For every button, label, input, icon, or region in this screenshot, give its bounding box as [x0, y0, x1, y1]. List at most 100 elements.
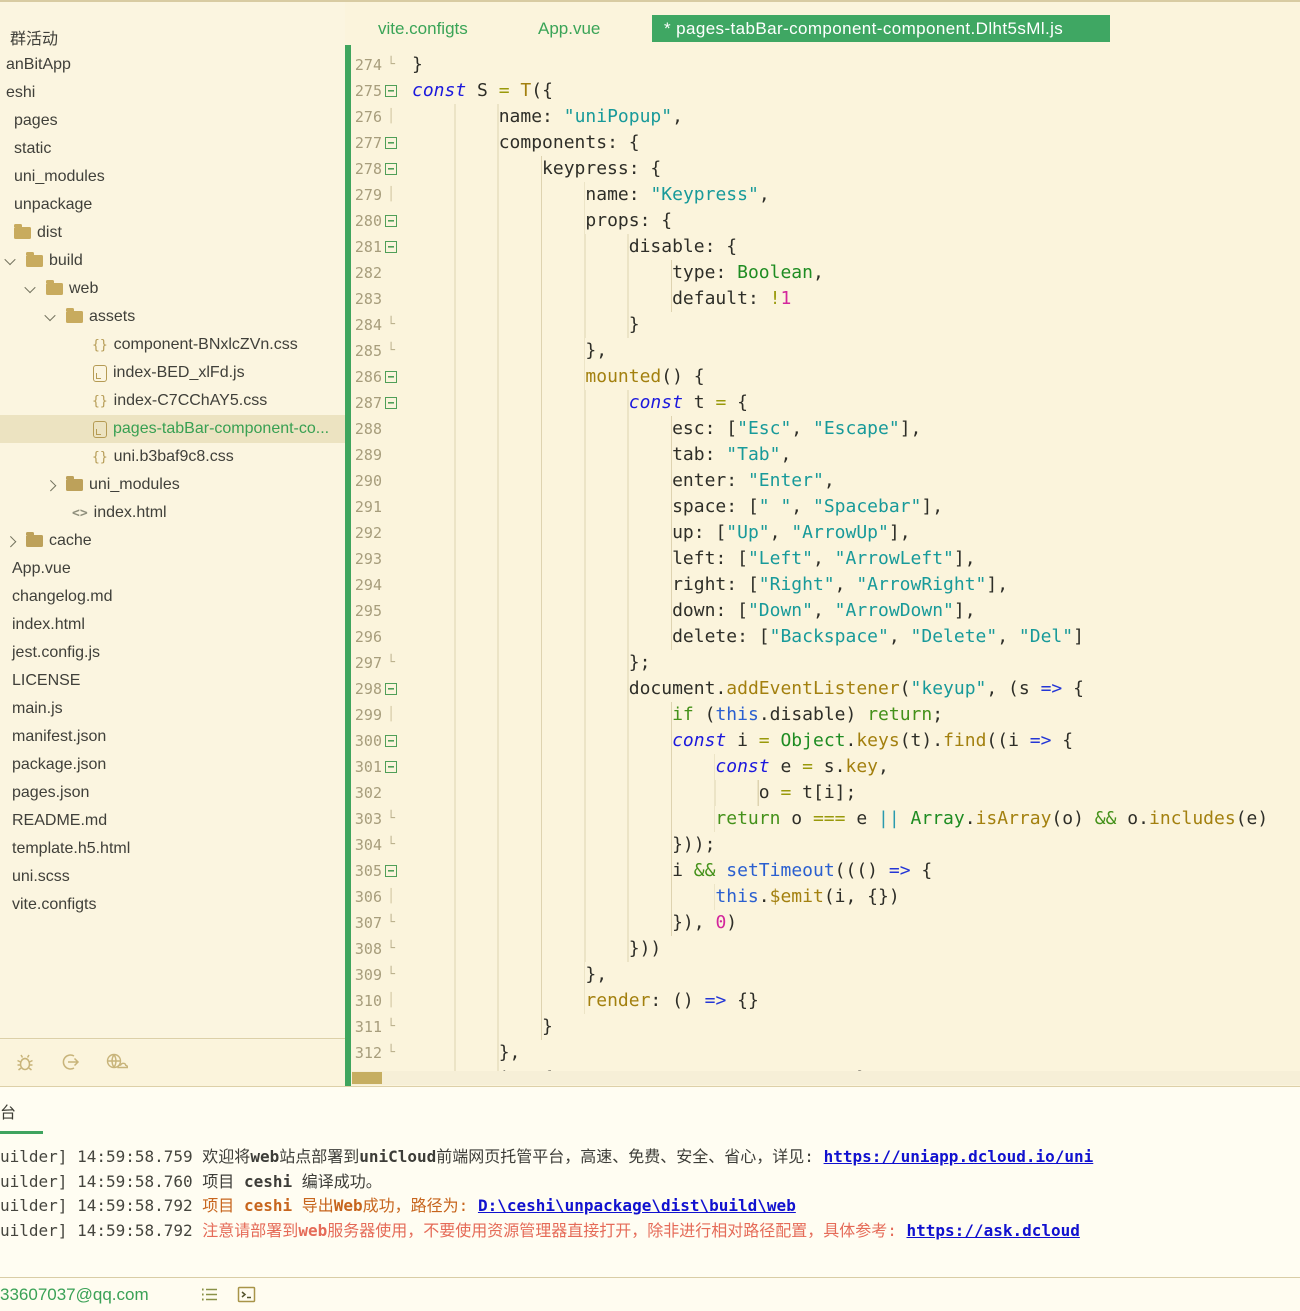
code-line[interactable]: 291space: [" ", "Spacebar"],	[352, 494, 1300, 520]
tree-item[interactable]: changelog.md	[0, 583, 345, 611]
fold-toggle-icon[interactable]	[382, 754, 400, 780]
code-line[interactable]: 300const i = Object.keys(t).find((i => {	[352, 728, 1300, 754]
fold-toggle-icon[interactable]	[382, 364, 400, 390]
tree-item[interactable]: anBitApp	[0, 51, 345, 79]
terminal-icon[interactable]	[237, 1286, 256, 1308]
code-line[interactable]: 281disable: {	[352, 234, 1300, 260]
code-line[interactable]: 301const e = s.key,	[352, 754, 1300, 780]
code-line[interactable]: 310│render: () => {}	[352, 988, 1300, 1014]
fold-toggle-icon[interactable]	[382, 130, 400, 156]
tree-item[interactable]: uni_modules	[0, 163, 345, 191]
code-editor[interactable]: 274└}275const S = T({276│name: "uniPopup…	[352, 52, 1300, 1071]
code-line[interactable]: 299│if (this.disable) return;	[352, 702, 1300, 728]
code-line[interactable]: 305i && setTimeout((() => {	[352, 858, 1300, 884]
tree-item[interactable]: {}uni.b3baf9c8.css	[0, 443, 345, 471]
console-tab[interactable]: 台	[0, 1099, 16, 1123]
chevron-right-icon[interactable]	[45, 480, 56, 491]
tree-item[interactable]: vite.configts	[0, 891, 345, 919]
code-line[interactable]: 307└}), 0)	[352, 910, 1300, 936]
tree-item[interactable]: web	[0, 275, 345, 303]
code-line[interactable]: 294right: ["Right", "ArrowRight"],	[352, 572, 1300, 598]
code-line[interactable]: 303└return o === e || Array.isArray(o) &…	[352, 806, 1300, 832]
code-line[interactable]: 308└}))	[352, 936, 1300, 962]
code-line[interactable]: 312└},	[352, 1040, 1300, 1066]
code-line[interactable]: 289tab: "Tab",	[352, 442, 1300, 468]
tree-item[interactable]: uni_modules	[0, 471, 345, 499]
code-line[interactable]: 287const t = {	[352, 390, 1300, 416]
code-line[interactable]: 296delete: ["Backspace", "Delete", "Del"…	[352, 624, 1300, 650]
code-line[interactable]: 297└};	[352, 650, 1300, 676]
code-line[interactable]: 309└},	[352, 962, 1300, 988]
tree-item[interactable]: 群活动	[0, 23, 345, 51]
tree-item[interactable]: index.html	[0, 611, 345, 639]
code-line[interactable]: 288esc: ["Esc", "Escape"],	[352, 416, 1300, 442]
tree-item[interactable]: App.vue	[0, 555, 345, 583]
web-cloud-icon[interactable]	[104, 1051, 128, 1073]
code-line[interactable]: 277components: {	[352, 130, 1300, 156]
tree-item[interactable]: unpackage	[0, 191, 345, 219]
tree-item[interactable]: LICENSE	[0, 667, 345, 695]
tab-app-vue[interactable]: App.vue	[538, 15, 600, 42]
code-line[interactable]: 298document.addEventListener("keyup", (s…	[352, 676, 1300, 702]
chevron-right-icon[interactable]	[5, 536, 16, 547]
tree-item[interactable]: jest.config.js	[0, 639, 345, 667]
tree-item[interactable]: assets	[0, 303, 345, 331]
tree-item[interactable]: pages.json	[0, 779, 345, 807]
scrollbar-thumb[interactable]	[352, 1072, 382, 1084]
sidebar-editor-divider[interactable]	[345, 45, 351, 1086]
bug-debug-icon[interactable]	[14, 1051, 36, 1073]
code-line[interactable]: 284└}	[352, 312, 1300, 338]
tree-item[interactable]: dist	[0, 219, 345, 247]
tree-item[interactable]: <>index.html	[0, 499, 345, 527]
code-line[interactable]: 280props: {	[352, 208, 1300, 234]
code-line[interactable]: 304└}));	[352, 832, 1300, 858]
task-list-icon[interactable]	[200, 1286, 219, 1308]
file-tree[interactable]: 群活动anBitAppeshipagesstaticuni_modulesunp…	[0, 23, 345, 919]
tree-item[interactable]: uni.scss	[0, 863, 345, 891]
console-link[interactable]: D:\ceshi\unpackage\dist\build\web	[478, 1196, 796, 1215]
code-line[interactable]: 276│name: "uniPopup",	[352, 104, 1300, 130]
code-line[interactable]: 292up: ["Up", "ArrowUp"],	[352, 520, 1300, 546]
code-line[interactable]: 274└}	[352, 52, 1300, 78]
tree-item[interactable]: pages	[0, 107, 345, 135]
code-line[interactable]: 283default: !1	[352, 286, 1300, 312]
run-export-icon[interactable]	[58, 1051, 82, 1073]
tree-item[interactable]: {}component-BNxlcZVn.css	[0, 331, 345, 359]
tree-item[interactable]: index-BED_xlFd.js	[0, 359, 345, 387]
tree-item[interactable]: package.json	[0, 751, 345, 779]
tab-vite-configts[interactable]: vite.configts	[378, 15, 468, 42]
tree-item[interactable]: main.js	[0, 695, 345, 723]
code-line[interactable]: 306│this.$emit(i, {})	[352, 884, 1300, 910]
code-line[interactable]: 279│name: "Keypress",	[352, 182, 1300, 208]
fold-toggle-icon[interactable]	[382, 676, 400, 702]
console-link[interactable]: https://uniapp.dcloud.io/uni	[824, 1147, 1094, 1166]
tree-item[interactable]: static	[0, 135, 345, 163]
code-line[interactable]: 275const S = T({	[352, 78, 1300, 104]
code-line[interactable]: 302o = t[i];	[352, 780, 1300, 806]
tab-active-pages-tabbar-js[interactable]: * pages-tabBar-component-component.Dlht5…	[652, 15, 1110, 42]
fold-toggle-icon[interactable]	[382, 858, 400, 884]
code-line[interactable]: 282type: Boolean,	[352, 260, 1300, 286]
fold-toggle-icon[interactable]	[382, 156, 400, 182]
tree-item[interactable]: pages-tabBar-component-co...	[0, 415, 345, 443]
code-line[interactable]: 290enter: "Enter",	[352, 468, 1300, 494]
tree-item[interactable]: cache	[0, 527, 345, 555]
tree-item[interactable]: {}index-C7CChAY5.css	[0, 387, 345, 415]
code-line[interactable]: 293left: ["Left", "ArrowLeft"],	[352, 546, 1300, 572]
account-email[interactable]: 33607037@qq.com	[0, 1285, 149, 1305]
chevron-down-icon[interactable]	[44, 310, 55, 321]
tree-item[interactable]: template.h5.html	[0, 835, 345, 863]
tree-item[interactable]: manifest.json	[0, 723, 345, 751]
fold-toggle-icon[interactable]	[382, 78, 400, 104]
tree-item[interactable]: build	[0, 247, 345, 275]
tree-item[interactable]: eshi	[0, 79, 345, 107]
code-line[interactable]: 278keypress: {	[352, 156, 1300, 182]
code-line[interactable]: 286mounted() {	[352, 364, 1300, 390]
code-line[interactable]: 295down: ["Down", "ArrowDown"],	[352, 598, 1300, 624]
console-link[interactable]: https://ask.dcloud	[907, 1221, 1080, 1240]
chevron-down-icon[interactable]	[24, 282, 35, 293]
tree-item[interactable]: README.md	[0, 807, 345, 835]
fold-toggle-icon[interactable]	[382, 390, 400, 416]
fold-toggle-icon[interactable]	[382, 208, 400, 234]
fold-toggle-icon[interactable]	[382, 728, 400, 754]
